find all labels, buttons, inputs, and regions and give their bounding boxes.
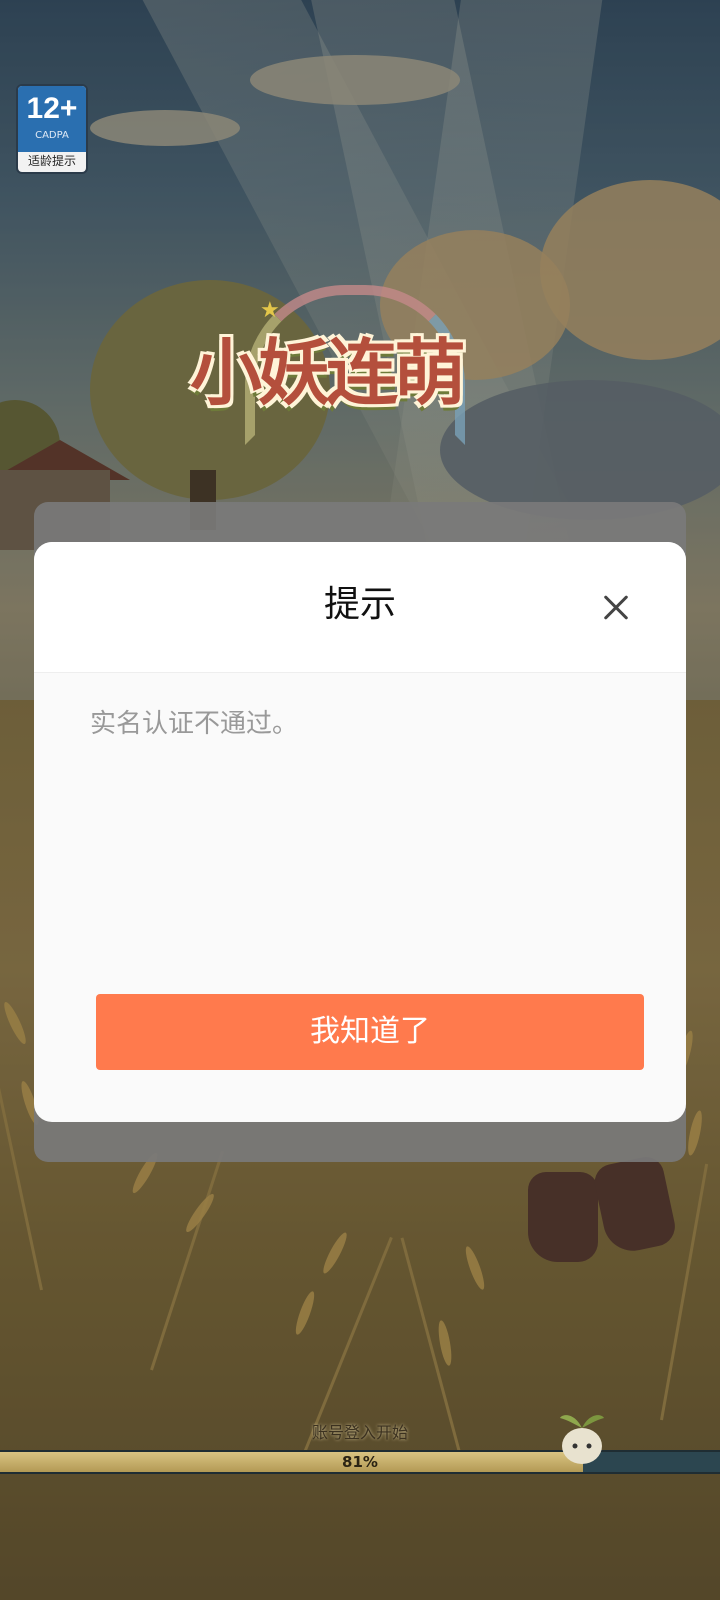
close-icon[interactable] [596,588,636,628]
dialog-header: 提示 [34,542,686,673]
dialog-title: 提示 [323,584,396,625]
confirm-button[interactable]: 我知道了 [96,994,644,1070]
age-rating-header: 12+ CADPA [18,86,86,152]
alert-dialog: 提示 实名认证不通过。 我知道了 [34,542,686,1122]
dialog-message: 实名认证不通过。 [90,709,299,739]
age-rating-org: CADPA [35,130,69,141]
age-rating-tip: 适龄提示 [27,154,76,168]
game-logo: 小妖连萌 [190,331,466,415]
loading-status-text: 账号登入开始 [311,1423,408,1442]
loading-progress-text: 81% [342,1453,378,1471]
age-rating-value: 12+ [26,92,78,125]
age-rating-badge[interactable]: 12+ CADPA 适龄提示 [16,84,88,174]
sprout-mascot-icon [560,1415,604,1464]
loading-progress-bar: 81% [0,1450,720,1474]
